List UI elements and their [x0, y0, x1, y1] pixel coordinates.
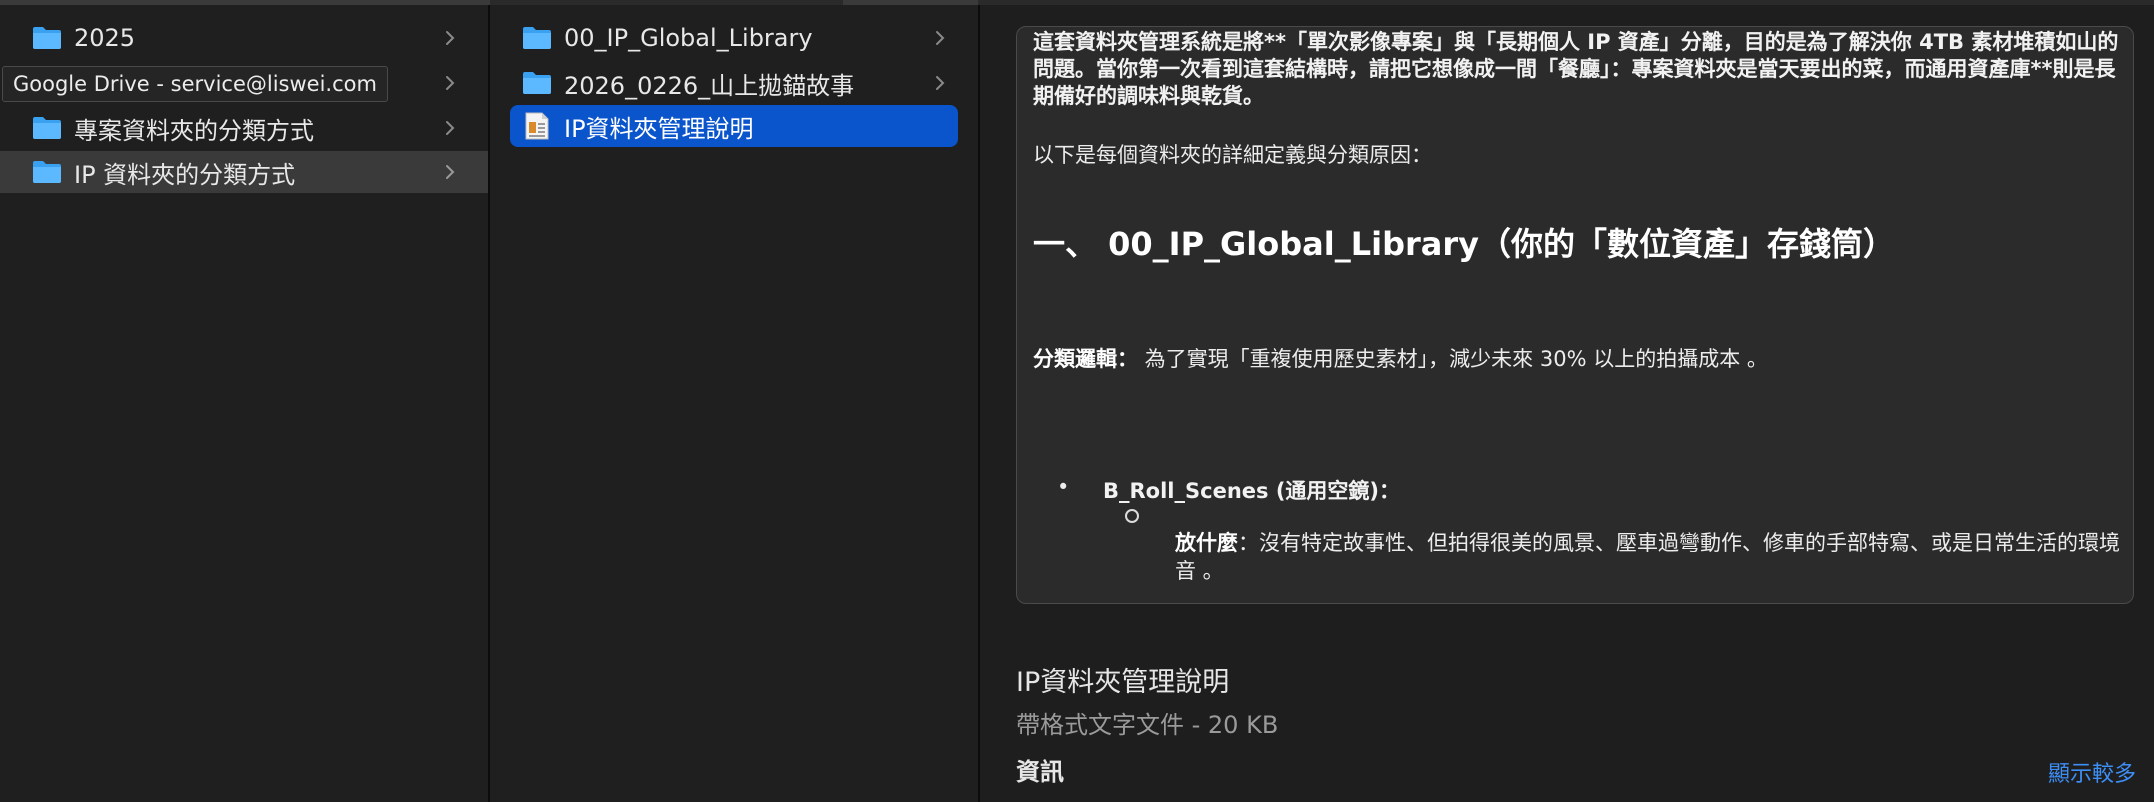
folder-label: 00_IP_Global_Library [564, 24, 813, 52]
chevron-right-icon [936, 76, 945, 90]
file-label: IP資料夾管理說明 [564, 114, 754, 143]
folder-icon [33, 161, 61, 183]
finder-column-1[interactable]: 2025 專案資料夾的分類方式 IP 資料夾的分類方式 [0, 5, 490, 802]
logic-label: 分類邏輯： [1033, 347, 1138, 371]
folder-label: 2025 [74, 24, 136, 52]
show-more-link[interactable]: 顯示較多 [2048, 756, 2136, 788]
preview-paragraph: 以下是每個資料夾的詳細定義與分類原因： [1033, 143, 1432, 167]
info-section-heading: 資訊 [1016, 758, 1064, 786]
folder-label: 專案資料夾的分類方式 [74, 116, 314, 145]
folder-icon [523, 72, 551, 94]
folder-icon [33, 117, 61, 139]
folder-row-project-classification[interactable]: 專案資料夾的分類方式 [0, 107, 488, 149]
sub-bullet-circle [1125, 509, 1139, 523]
chevron-right-icon [446, 76, 455, 90]
folder-row-2025[interactable]: 2025 [0, 17, 488, 59]
folder-label: IP 資料夾的分類方式 [74, 160, 296, 189]
preview-heading: 一、 00_IP_Global_Library（你的「數位資產」存錢筒） [1033, 225, 1896, 263]
tooltip: Google Drive - service@liswei.com [2, 66, 388, 102]
sub-label: 放什麼 [1175, 531, 1238, 555]
folder-row-2026-story[interactable]: 2026_0226_山上拋錨故事 [490, 62, 978, 104]
folder-row-ip-global-library[interactable]: 00_IP_Global_Library [490, 17, 978, 59]
chevron-right-icon [936, 31, 945, 45]
file-row-ip-management-doc[interactable]: IP資料夾管理說明 [510, 105, 958, 147]
file-kind-size: 帶格式文字文件 - 20 KB [1016, 711, 1279, 739]
chevron-right-icon [446, 31, 455, 45]
sub-text: ：沒有特定故事性、但拍得很美的風景、壓車過彎動作、修車的手部特寫、或是日常生活的… [1175, 531, 2120, 583]
folder-icon [523, 27, 551, 49]
rich-text-document-icon [525, 112, 549, 140]
file-name-title: IP資料夾管理說明 [1016, 667, 1230, 698]
document-preview[interactable]: 這套資料夾管理系統是將**「單次影像專案」與「長期個人 IP 資產」分離，目的是… [1016, 26, 2134, 604]
preview-intro: 這套資料夾管理系統是將**「單次影像專案」與「長期個人 IP 資產」分離，目的是… [1033, 30, 2119, 108]
chevron-right-icon [446, 165, 455, 179]
bullet-mark: • [1057, 475, 1070, 499]
folder-row-ip-classification[interactable]: IP 資料夾的分類方式 [0, 151, 488, 193]
sub-bullet-text: 放什麼：沒有特定故事性、但拍得很美的風景、壓車過彎動作、修車的手部特寫、或是日常… [1175, 529, 2125, 585]
folder-label: 2026_0226_山上拋錨故事 [564, 71, 855, 100]
bullet-text: B_Roll_Scenes (通用空鏡)： [1103, 479, 1401, 503]
logic-text: 為了實現「重複使用歷史素材」，減少未來 30% 以上的拍攝成本 。 [1138, 347, 1768, 371]
chevron-right-icon [446, 121, 455, 135]
preview-logic: 分類邏輯： 為了實現「重複使用歷史素材」，減少未來 30% 以上的拍攝成本 。 [1033, 343, 1768, 373]
finder-column-2[interactable]: 00_IP_Global_Library 2026_0226_山上拋錨故事 IP… [490, 5, 980, 802]
folder-icon [33, 27, 61, 49]
